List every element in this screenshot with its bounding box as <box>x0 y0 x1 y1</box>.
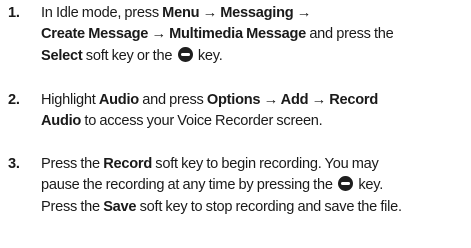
bold-term: Audio <box>98 92 139 108</box>
text-run: to access your Voice Recorder screen. <box>81 113 323 130</box>
text-run: soft key or the <box>82 47 176 64</box>
step-line: In Idle mode, press Menu → Messaging → <box>41 3 471 24</box>
ok-key-icon <box>338 176 354 192</box>
text-run: key. <box>194 47 223 64</box>
bold-term: Menu → Messaging → <box>162 5 312 21</box>
text-run: In Idle mode, press <box>41 5 163 21</box>
bold-term: Create Message → Multimedia Message <box>41 26 307 43</box>
step-text: Highlight Audio and press Options → Add … <box>41 90 471 133</box>
step-number: 1. <box>8 5 20 21</box>
step-line: Highlight Audio and press Options → Add … <box>41 90 471 111</box>
text-run: Press the <box>41 156 104 172</box>
text-run: key. <box>355 177 384 194</box>
text-run: and press the <box>306 26 394 43</box>
step-text: Press the Record soft key to begin recor… <box>41 154 471 218</box>
step-text: In Idle mode, press Menu → Messaging → Cr… <box>41 3 471 67</box>
step-number: 3. <box>8 156 20 172</box>
text-run: pause the recording at any time by press… <box>41 177 337 194</box>
ok-key-icon <box>177 46 193 62</box>
bold-term: Options → Add → Record <box>206 92 379 108</box>
text-run: and press <box>138 92 207 108</box>
bold-term: Audio <box>41 113 82 130</box>
text-run: Highlight <box>41 92 99 108</box>
bold-term: Select <box>41 47 83 64</box>
step-line: Press the Record soft key to begin recor… <box>41 154 471 175</box>
text-run: soft key to begin recording. You may <box>151 156 379 172</box>
bold-term: Save <box>103 198 137 215</box>
instruction-steps: 1. In Idle mode, press Menu → Messaging … <box>0 0 471 248</box>
text-run: Press the <box>41 198 104 215</box>
bold-term: Record <box>103 156 152 172</box>
step-line: Select soft key or the key. <box>41 46 471 67</box>
step-line: Audio to access your Voice Recorder scre… <box>41 111 471 132</box>
text-run: soft key to stop recording and save the … <box>136 198 402 215</box>
step-number: 2. <box>8 92 20 108</box>
step-line: Press the Save soft key to stop recordin… <box>41 197 471 218</box>
step-line: Create Message → Multimedia Message and … <box>41 24 471 45</box>
step-line: pause the recording at any time by press… <box>41 175 471 196</box>
